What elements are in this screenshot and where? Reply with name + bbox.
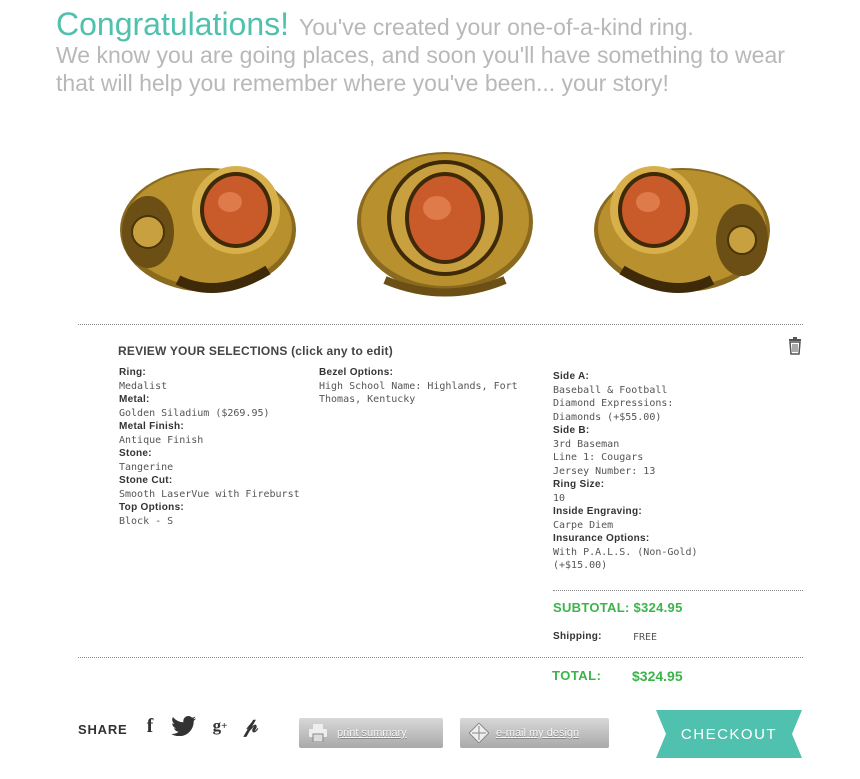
twitter-icon[interactable] bbox=[170, 714, 198, 738]
checkout-button[interactable]: CHECKOUT bbox=[656, 710, 802, 758]
shipping-value: FREE bbox=[633, 632, 658, 643]
selection-bezel-options[interactable]: Bezel Options: High School Name: Highlan… bbox=[319, 366, 529, 407]
congratulations-header: Congratulations! You've created your one… bbox=[56, 8, 836, 97]
created-message: You've created your one-of-a-kind ring. bbox=[299, 14, 694, 40]
total-label: TOTAL: bbox=[552, 668, 602, 683]
selection-column-2: Bezel Options: High School Name: Highlan… bbox=[319, 366, 529, 407]
shipping-label: Shipping: bbox=[553, 631, 602, 642]
selection-top-options[interactable]: Top Options: Block - S bbox=[119, 501, 309, 528]
print-summary-label: print summary bbox=[337, 727, 407, 739]
google-plus-icon[interactable]: g + bbox=[206, 714, 234, 738]
email-design-label: e-mail my design bbox=[496, 727, 580, 739]
facebook-icon[interactable]: f bbox=[140, 714, 160, 738]
selection-metal[interactable]: Metal: Golden Siladium ($269.95) bbox=[119, 393, 309, 420]
ring-image-front bbox=[355, 140, 535, 300]
email-icon bbox=[466, 718, 492, 748]
total-divider bbox=[78, 657, 803, 658]
checkout-label: CHECKOUT bbox=[680, 725, 778, 743]
print-summary-button[interactable]: print summary bbox=[299, 718, 443, 748]
congratulations-title: Congratulations! bbox=[56, 6, 290, 42]
selection-column-1: Ring: Medalist Metal: Golden Siladium ($26… bbox=[119, 366, 309, 528]
selection-side-a[interactable]: Side A: Baseball & Football Diamond Expr… bbox=[553, 370, 753, 424]
top-divider bbox=[78, 324, 803, 325]
total-value: $324.95 bbox=[632, 668, 683, 684]
ring-image-left-side bbox=[118, 140, 298, 300]
selection-ring-size[interactable]: Ring Size: 10 bbox=[553, 478, 753, 505]
subtotal-divider bbox=[553, 590, 803, 591]
ring-image-right-side bbox=[592, 140, 772, 300]
selection-column-3: Side A: Baseball & Football Diamond Expr… bbox=[553, 370, 753, 573]
selection-inside-engraving[interactable]: Inside Engraving: Carpe Diem bbox=[553, 505, 753, 532]
trash-icon[interactable] bbox=[787, 337, 803, 355]
selection-ring[interactable]: Ring: Medalist bbox=[119, 366, 309, 393]
selection-stone-cut[interactable]: Stone Cut: Smooth LaserVue with Fireburst bbox=[119, 474, 309, 501]
ring-preview-gallery bbox=[110, 140, 790, 310]
share-label: SHARE bbox=[78, 722, 128, 737]
email-design-button[interactable]: e-mail my design bbox=[460, 718, 609, 748]
story-message-line-1: We know you are going places, and soon y… bbox=[56, 42, 785, 68]
review-selections-title: REVIEW YOUR SELECTIONS (click any to edi… bbox=[118, 344, 393, 358]
selection-metal-finish[interactable]: Metal Finish: Antique Finish bbox=[119, 420, 309, 447]
selection-side-b[interactable]: Side B: 3rd Baseman Line 1: Cougars Jers… bbox=[553, 424, 753, 478]
printer-icon bbox=[305, 718, 331, 748]
pinterest-icon[interactable]: 𝓅 bbox=[241, 714, 261, 738]
selection-insurance-options[interactable]: Insurance Options: With P.A.L.S. (Non-Go… bbox=[553, 532, 753, 573]
subtotal: SUBTOTAL: $324.95 bbox=[553, 600, 683, 615]
selection-stone[interactable]: Stone: Tangerine bbox=[119, 447, 309, 474]
story-message-line-2: that will help you remember where you've… bbox=[56, 70, 669, 96]
